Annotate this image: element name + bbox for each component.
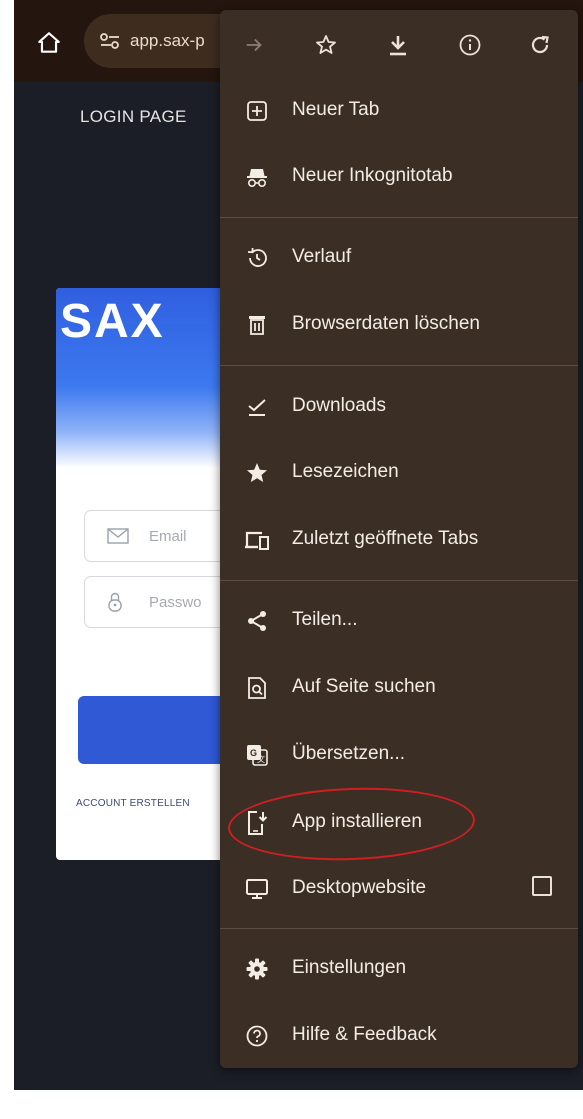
menu-item-new-incognito-tab[interactable]: Neuer Inkognitotab (220, 146, 578, 206)
lock-icon (107, 591, 133, 613)
bookmark-star-icon (244, 460, 270, 486)
login-page-title: LOGIN PAGE (80, 107, 187, 126)
download-button[interactable] (380, 27, 416, 63)
menu-item-label: Neuer Inkognitotab (292, 165, 453, 186)
menu-item-label: Auf Seite suchen (292, 676, 436, 697)
translate-icon: G文 (244, 742, 270, 768)
email-placeholder: Email (149, 527, 187, 545)
menu-item-label: Neuer Tab (292, 99, 380, 120)
menu-item-new-tab[interactable]: Neuer Tab (220, 80, 578, 140)
desktop-icon (244, 876, 270, 902)
menu-divider (220, 365, 578, 366)
menu-item-history[interactable]: Verlauf (220, 227, 578, 287)
menu-divider (220, 928, 578, 929)
bookmark-button[interactable] (308, 27, 344, 63)
share-icon (244, 608, 270, 634)
new-tab-icon (244, 98, 270, 124)
mail-icon (107, 528, 133, 544)
home-button[interactable] (32, 26, 66, 60)
brand-logo: SAX (60, 295, 165, 348)
find-in-page-icon (244, 675, 270, 701)
menu-item-label: Zuletzt geöffnete Tabs (292, 528, 479, 549)
menu-item-help-feedback[interactable]: Hilfe & Feedback (220, 1005, 578, 1065)
menu-item-install-app[interactable]: App installieren (220, 792, 578, 852)
menu-item-label: Hilfe & Feedback (292, 1024, 437, 1045)
menu-item-settings[interactable]: Einstellungen (220, 938, 578, 998)
history-icon (244, 245, 270, 271)
menu-item-label: Teilen... (292, 609, 358, 630)
menu-item-label: Lesezeichen (292, 461, 399, 482)
menu-item-label: Browserdaten löschen (292, 313, 480, 334)
info-icon (458, 33, 482, 57)
menu-item-label: Desktopwebsite (292, 877, 427, 898)
menu-item-label: Downloads (292, 395, 386, 416)
trash-icon (244, 312, 270, 338)
forward-arrow-icon (243, 34, 265, 56)
menu-toolbar (220, 10, 578, 80)
reload-button[interactable] (522, 27, 558, 63)
menu-divider (220, 580, 578, 581)
settings-gear-icon (244, 956, 270, 982)
menu-item-find-in-page[interactable]: Auf Seite suchen (220, 657, 578, 717)
menu-item-clear-browsing-data[interactable]: Browserdaten löschen (220, 294, 578, 354)
menu-item-downloads[interactable]: Downloads (220, 376, 578, 436)
password-placeholder: Passwo (149, 593, 202, 611)
forward-button[interactable] (236, 27, 272, 63)
reload-icon (528, 33, 552, 57)
menu-item-label: App installieren (292, 811, 422, 832)
desktop-site-checkbox[interactable] (532, 876, 552, 896)
menu-item-share[interactable]: Teilen... (220, 590, 578, 650)
home-icon (36, 30, 62, 56)
url-text: app.sax-p (130, 31, 205, 50)
tune-icon[interactable] (98, 31, 126, 51)
downloads-icon (244, 394, 270, 420)
devices-icon (244, 527, 270, 553)
svg-text:文: 文 (257, 754, 265, 764)
menu-item-recent-tabs[interactable]: Zuletzt geöffnete Tabs (220, 509, 578, 569)
page-info-button[interactable] (452, 27, 488, 63)
menu-item-label: Übersetzen... (292, 743, 405, 764)
download-icon (387, 33, 409, 57)
menu-item-label: Verlauf (292, 246, 352, 267)
star-icon (314, 33, 338, 57)
menu-item-desktop-site[interactable]: Desktopwebsite (220, 858, 578, 918)
menu-item-bookmarks[interactable]: Lesezeichen (220, 442, 578, 502)
menu-item-translate[interactable]: G文 Übersetzen... (220, 724, 578, 784)
incognito-icon (244, 164, 270, 190)
create-account-link[interactable]: ACCOUNT ERSTELLEN (76, 798, 190, 809)
install-app-icon (244, 810, 270, 836)
browser-overflow-menu: Neuer Tab Neuer Inkognitotab Verlauf Bro… (220, 10, 578, 1068)
menu-divider (220, 217, 578, 218)
help-icon (244, 1023, 270, 1049)
svg-text:G: G (250, 748, 257, 758)
menu-item-label: Einstellungen (292, 957, 407, 978)
